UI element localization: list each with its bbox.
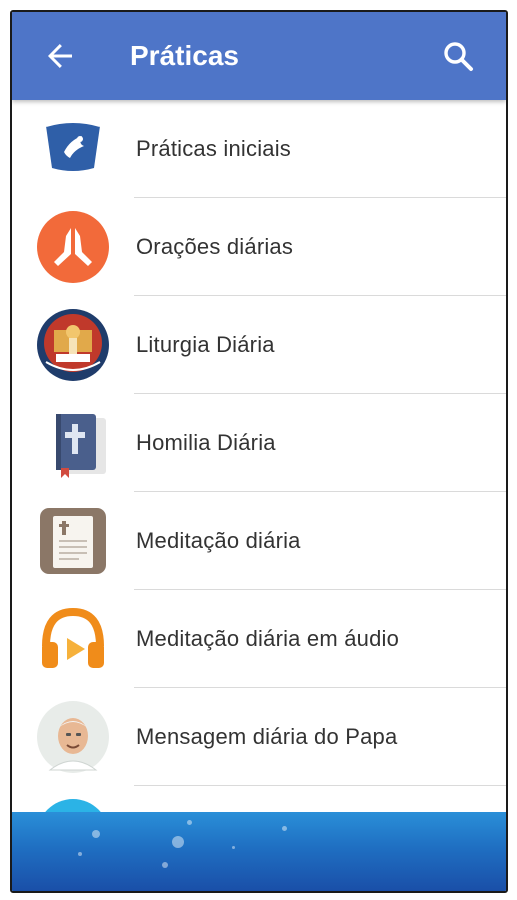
list-item-label: Mensagem diária do Papa — [136, 724, 398, 749]
page-title: Práticas — [130, 40, 239, 71]
liturgy-icon — [37, 309, 109, 381]
pope-avatar-icon — [37, 701, 109, 773]
meditation-card-icon — [40, 508, 106, 574]
back-button[interactable] — [42, 38, 78, 74]
app-bar: Práticas — [12, 12, 506, 100]
arrow-back-icon — [48, 44, 72, 68]
list-item-label: Meditação diária — [136, 528, 301, 553]
list-item-meditacao-diaria[interactable]: Meditação diária — [12, 492, 506, 590]
list-item-label: Liturgia Diária — [136, 332, 275, 357]
bible-icon — [56, 414, 106, 478]
practices-list: Práticas iniciais Orações diárias Liturg… — [12, 100, 506, 884]
phone-frame: Práticas Práticas iniciais Orações diári… — [10, 10, 508, 893]
list-item-label: Práticas iniciais — [136, 136, 292, 161]
search-button[interactable] — [440, 38, 476, 74]
search-icon — [444, 42, 473, 71]
list-item-label: Meditação diária em áudio — [136, 626, 400, 651]
list-item-liturgia-diaria[interactable]: Liturgia Diária — [12, 296, 506, 394]
headphones-icon — [42, 607, 104, 668]
list-item-oracoes-diarias[interactable]: Orações diárias — [12, 198, 506, 296]
water-bubbles-banner — [12, 812, 506, 891]
list-item-label: Homilia Diária — [136, 430, 276, 455]
list-item-mensagem-papa[interactable]: Mensagem diária do Papa — [12, 688, 506, 786]
list-item-label: Orações diárias — [136, 234, 294, 259]
praying-hands-icon — [37, 211, 109, 283]
list-item-homilia-diaria[interactable]: Homilia Diária — [12, 394, 506, 492]
list-item-meditacao-audio[interactable]: Meditação diária em áudio — [12, 590, 506, 688]
dove-shield-icon — [45, 121, 101, 171]
list-item-praticas-iniciais[interactable]: Práticas iniciais — [12, 100, 506, 198]
